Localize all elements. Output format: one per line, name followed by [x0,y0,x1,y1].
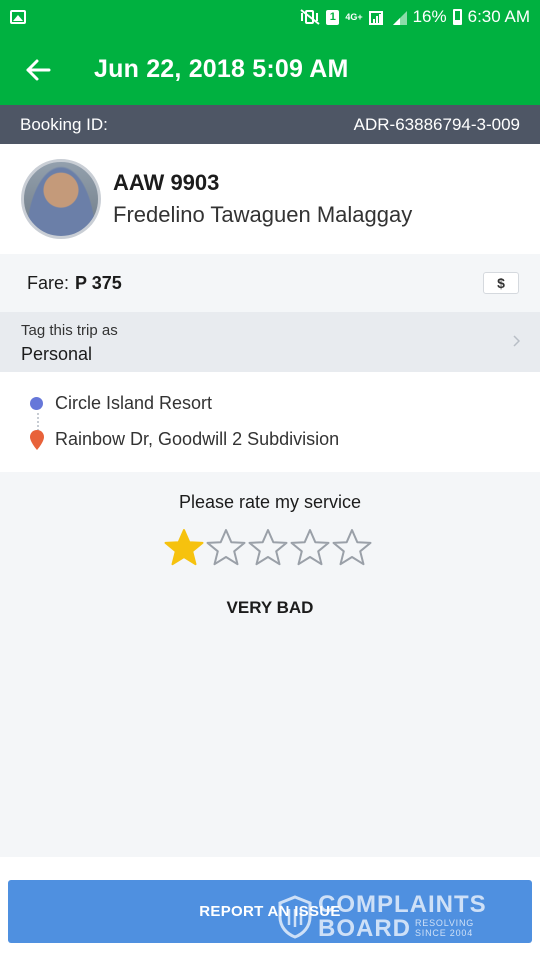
battery-icon [452,9,462,25]
arrow-left-icon [26,59,51,80]
star-empty-icon[interactable] [248,528,288,568]
report-issue-button[interactable]: REPORT AN ISSUE [8,880,532,943]
battery-percent: 16% [412,7,447,26]
status-bar: 1 4G+ 16% 6:30 AM [0,0,540,34]
driver-info: AAW 9903 Fredelino Tawaguen Malaggay [113,170,412,228]
report-issue-label: REPORT AN ISSUE [199,903,341,920]
chevron-right-icon [513,335,520,347]
driver-avatar [21,159,101,239]
tag-trip-title: Tag this trip as [21,322,118,339]
network-type-label: 4G+ [345,12,363,22]
clock-time: 6:30 AM [467,7,530,26]
fare-details-button[interactable]: $ [483,272,519,294]
booking-id-bar: Booking ID: ADR-63886794-3-009 [0,105,540,144]
booking-id-label: Booking ID: [20,114,108,134]
map-pin-icon [30,429,44,450]
star-empty-icon[interactable] [332,528,372,568]
page-title: Jun 22, 2018 5:09 AM [94,55,349,83]
star-empty-icon[interactable] [206,528,246,568]
tag-trip-selector[interactable]: Tag this trip as Personal [0,312,540,372]
pickup-dot-icon [30,397,43,410]
fare-row: Fare: P 375 $ [0,254,540,312]
pickup-address: Circle Island Resort [55,393,213,413]
rate-prompt: Please rate my service [178,492,362,512]
dropoff-location: Rainbow Dr, Goodwill 2 Subdivision [30,429,339,450]
signal-icon [368,11,383,25]
pickup-location: Circle Island Resort [30,393,212,414]
app-bar: Jun 22, 2018 5:09 AM [0,34,540,105]
star-filled-icon[interactable] [164,528,204,568]
dropoff-address: Rainbow Dr, Goodwill 2 Subdivision [55,429,340,449]
driver-card: AAW 9903 Fredelino Tawaguen Malaggay [0,144,540,254]
tag-trip-value: Personal [21,344,93,364]
driver-name: Fredelino Tawaguen Malaggay [113,202,413,227]
sim-icon: 1 [326,9,340,25]
route-card [0,372,540,472]
star-rating [164,528,372,568]
vehicle-plate: AAW 9903 [113,170,220,195]
gallery-icon [10,10,26,24]
signal-bars-icon [392,11,407,25]
rating-label: VERY BAD [226,598,314,617]
booking-id-value: ADR-63886794-3-009 [353,114,520,134]
fare-value: P 375 [75,272,122,293]
star-empty-icon[interactable] [290,528,330,568]
dollar-icon: $ [497,275,505,291]
back-button[interactable] [0,34,76,105]
mute-vibrate-icon [300,9,320,25]
fare-label: Fare: [27,272,70,293]
